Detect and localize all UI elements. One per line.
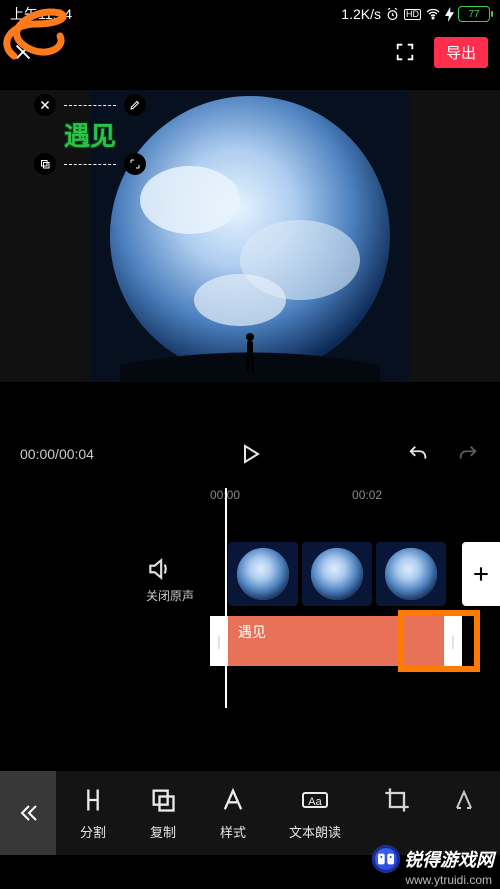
text-overlay-editor[interactable]: 遇见 xyxy=(34,94,146,175)
redo-icon[interactable] xyxy=(456,443,480,465)
undo-icon[interactable] xyxy=(406,443,430,465)
bolt-icon xyxy=(445,7,454,22)
tool-style[interactable]: 样式 xyxy=(219,786,247,841)
toolbar-back-button[interactable] xyxy=(0,771,56,855)
battery-icon: 77 xyxy=(458,6,490,22)
tool-label: 样式 xyxy=(220,822,246,841)
export-button[interactable]: 导出 xyxy=(434,37,488,68)
watermark-logo-icon xyxy=(372,845,400,873)
tutorial-highlight xyxy=(398,610,480,672)
clip-left-handle[interactable]: | xyxy=(210,616,228,666)
time-ruler: 00:00 00:02 xyxy=(0,488,500,502)
tool-label: 文本朗读 xyxy=(289,822,341,841)
video-clip-thumb[interactable] xyxy=(302,542,372,606)
bottom-toolbar: 分割 复制 样式 Aa 文本朗读 xyxy=(0,771,500,855)
ruler-tick: 00:02 xyxy=(352,488,382,502)
mute-audio-button[interactable]: 关闭原声 xyxy=(146,556,194,604)
overlay-text[interactable]: 遇见 xyxy=(58,116,122,153)
fullscreen-icon[interactable] xyxy=(394,41,416,63)
tool-split[interactable]: 分割 xyxy=(79,786,107,841)
timecode: 00:00/00:04 xyxy=(20,446,94,462)
hd-icon: HD xyxy=(404,9,421,20)
watermark: 锐得游戏网 www.ytruidi.com xyxy=(372,845,494,887)
play-icon[interactable] xyxy=(238,442,262,466)
tool-label: 分割 xyxy=(80,822,106,841)
tool-copy[interactable]: 复制 xyxy=(149,786,177,841)
playback-controls: 00:00/00:04 xyxy=(0,430,500,478)
add-clip-button[interactable] xyxy=(462,542,500,606)
watermark-url: www.ytruidi.com xyxy=(372,873,492,887)
tool-label: 复制 xyxy=(150,822,176,841)
copy-text-icon[interactable] xyxy=(34,153,56,175)
playhead[interactable] xyxy=(225,488,227,708)
tool-tts[interactable]: Aa 文本朗读 xyxy=(289,786,341,841)
net-speed: 1.2K/s xyxy=(341,6,381,22)
mute-label: 关闭原声 xyxy=(146,587,194,604)
watermark-brand: 锐得游戏网 xyxy=(404,846,494,872)
video-clip-thumb[interactable] xyxy=(376,542,446,606)
scale-text-icon[interactable] xyxy=(124,153,146,175)
video-preview[interactable]: 遇见 xyxy=(0,90,500,382)
video-track[interactable] xyxy=(228,542,446,606)
edit-text-icon[interactable] xyxy=(124,94,146,116)
alarm-icon xyxy=(385,7,400,22)
timeline[interactable]: 00:00 00:02 关闭原声 | 遇见 | xyxy=(0,478,500,720)
delete-text-icon[interactable] xyxy=(34,94,56,116)
silhouette-figure xyxy=(241,332,259,372)
tool-font[interactable] xyxy=(453,786,477,841)
wifi-icon xyxy=(425,6,441,22)
tool-crop[interactable] xyxy=(383,786,411,841)
tutorial-step-marker xyxy=(0,6,84,70)
svg-text:Aa: Aa xyxy=(308,796,322,808)
video-clip-thumb[interactable] xyxy=(228,542,298,606)
tool-label xyxy=(463,822,467,837)
tool-label xyxy=(395,822,399,837)
